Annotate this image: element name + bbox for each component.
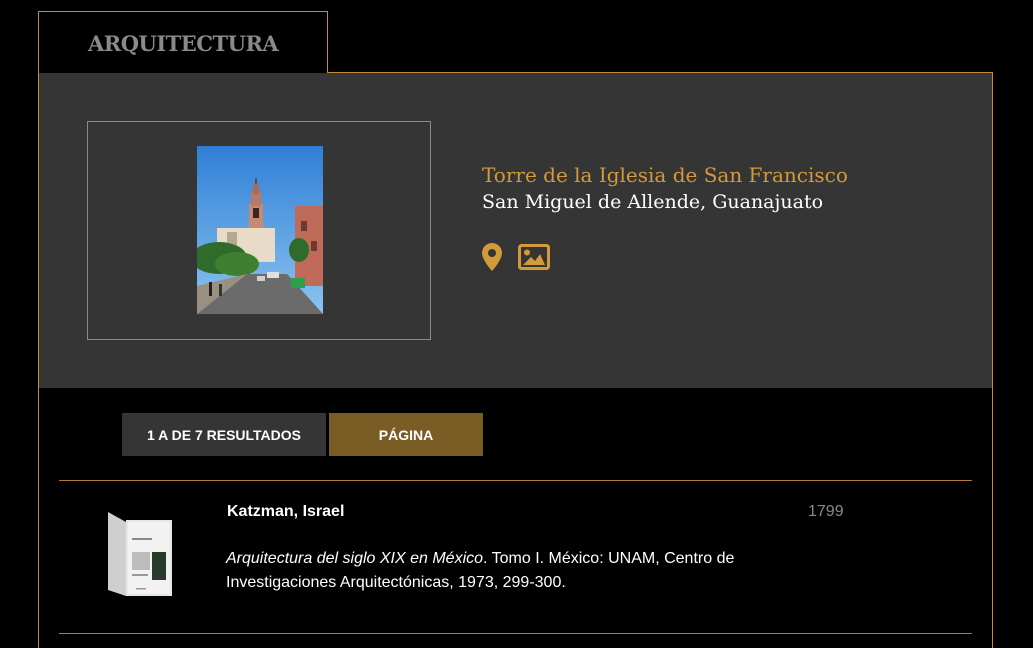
church-tower-photo[interactable] [197, 146, 323, 314]
result-year: 1799 [808, 503, 844, 520]
divider [59, 480, 972, 481]
result-author: Katzman, Israel [227, 503, 345, 520]
results-count: 1 A DE 7 RESULTADOS [122, 413, 326, 456]
featured-item-panel: Torre de la Iglesia de San Francisco San… [39, 73, 992, 388]
pagination-bar: 1 A DE 7 RESULTADOS PÁGINA [122, 413, 483, 456]
image-icon[interactable] [518, 244, 550, 275]
result-citation: Arquitectura del siglo XIX en México. To… [226, 547, 826, 595]
tab-label: ARQUITECTURA [88, 31, 279, 56]
featured-thumbnail-frame[interactable] [87, 121, 431, 340]
tab-arquitectura[interactable]: ARQUITECTURA [38, 11, 328, 73]
featured-location: San Miguel de Allende, Guanajuato [482, 191, 824, 213]
page-button[interactable]: PÁGINA [329, 413, 483, 456]
featured-title[interactable]: Torre de la Iglesia de San Francisco [482, 163, 848, 187]
featured-info: Torre de la Iglesia de San Francisco San… [482, 163, 848, 213]
page: ARQUITECTURA Torre de la Iglesia de San … [0, 0, 1033, 648]
book-cover-image[interactable] [106, 508, 174, 598]
divider-bottom [59, 633, 972, 634]
map-pin-icon[interactable] [482, 243, 502, 276]
featured-actions [482, 243, 550, 276]
citation-title: Arquitectura del siglo XIX en México [226, 550, 484, 567]
